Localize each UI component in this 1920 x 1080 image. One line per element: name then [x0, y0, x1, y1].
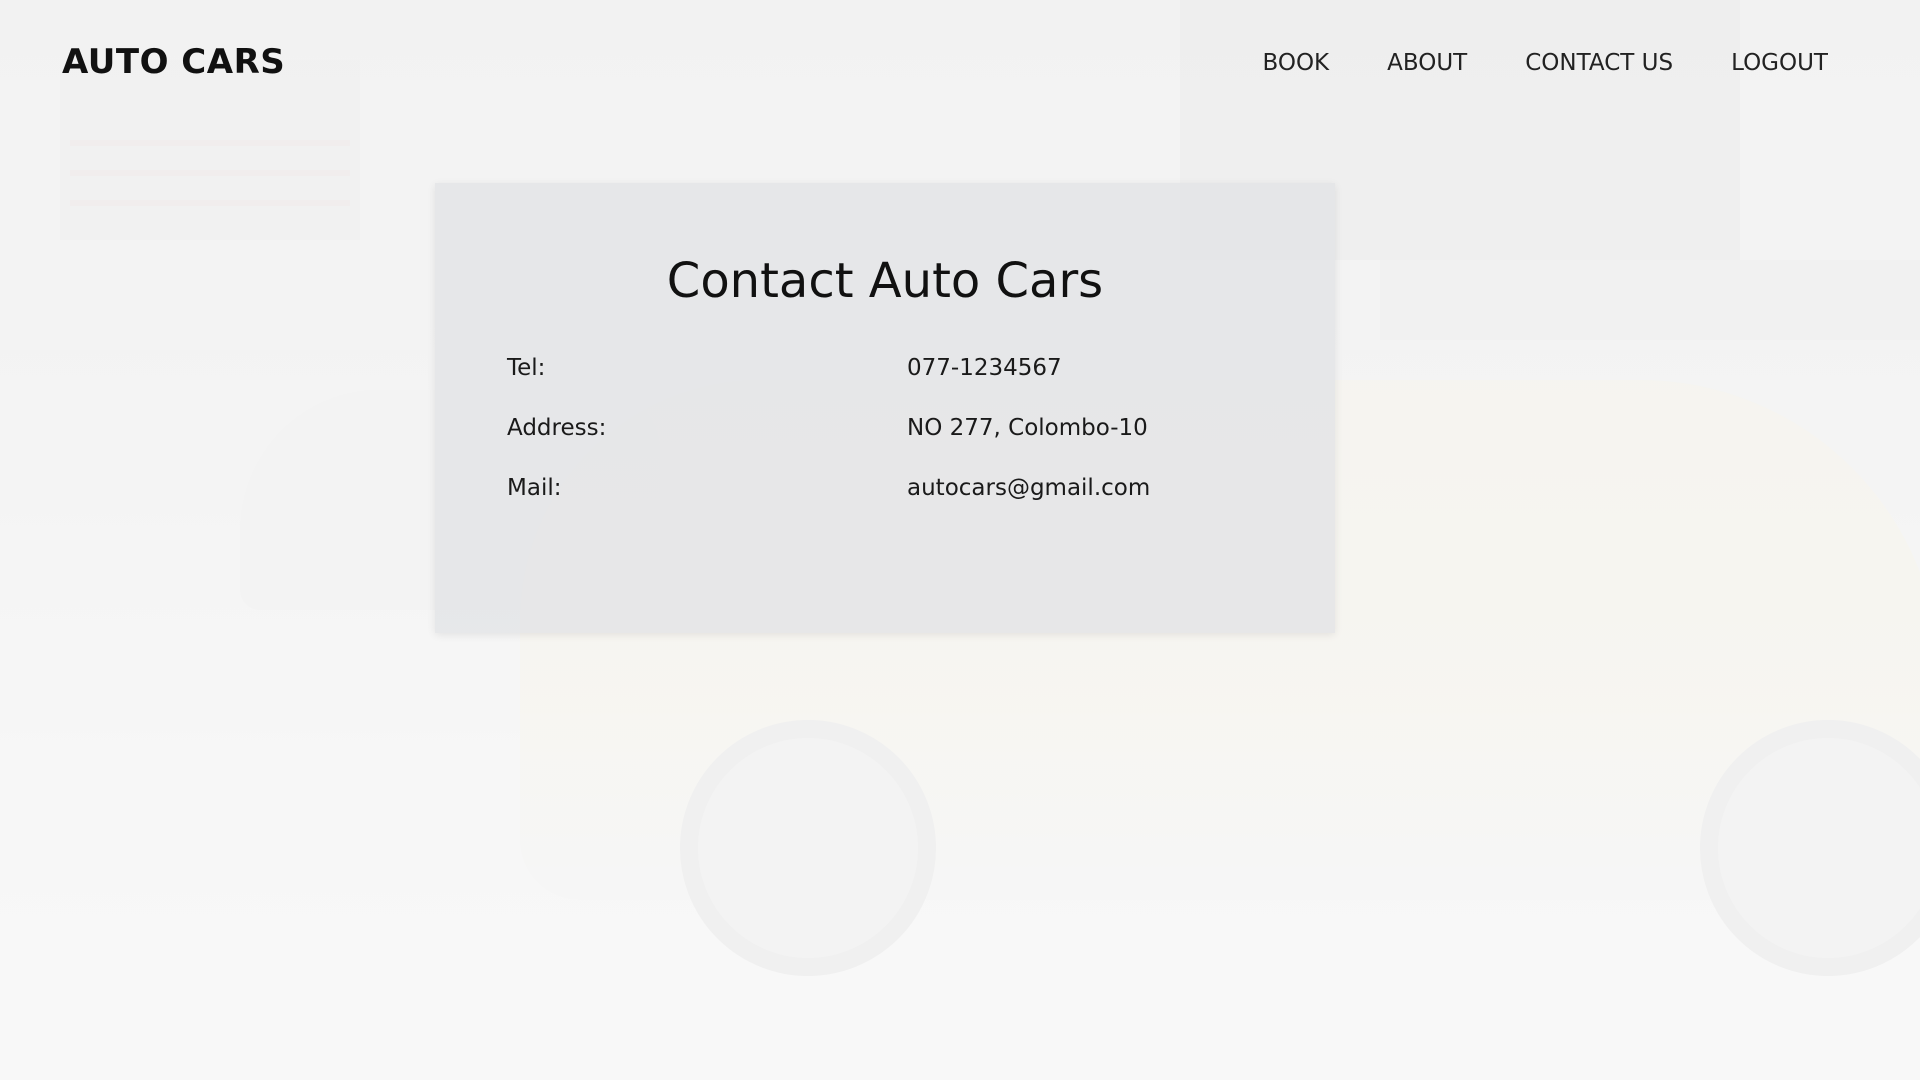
nav-contact-link[interactable]: CONTACT US — [1525, 50, 1673, 76]
site-logo[interactable]: AUTO CARS — [62, 42, 285, 82]
contact-value-mail: autocars@gmail.com — [907, 475, 1151, 501]
contact-label: Mail: — [507, 475, 562, 501]
contact-value-address: NO 277, Colombo-10 — [907, 415, 1148, 441]
nav-logout-link[interactable]: LOGOUT — [1731, 50, 1828, 76]
contact-row-tel: Tel: 077-1234567 — [507, 338, 1267, 398]
contact-label: Tel: — [507, 355, 546, 381]
site-header: AUTO CARS BOOK ABOUT CONTACT US LOGOUT — [0, 0, 1920, 130]
contact-details: Tel: 077-1234567 Address: NO 277, Colomb… — [507, 338, 1267, 518]
contact-card: Contact Auto Cars Tel: 077-1234567 Addre… — [435, 183, 1335, 633]
main-nav: BOOK ABOUT CONTACT US LOGOUT — [1262, 50, 1828, 76]
contact-title: Contact Auto Cars — [666, 253, 1104, 309]
contact-label: Address: — [507, 415, 607, 441]
contact-row-mail: Mail: autocars@gmail.com — [507, 458, 1267, 518]
contact-row-address: Address: NO 277, Colombo-10 — [507, 398, 1267, 458]
nav-about-link[interactable]: ABOUT — [1387, 50, 1467, 76]
contact-value-tel: 077-1234567 — [907, 355, 1062, 381]
nav-book-link[interactable]: BOOK — [1262, 50, 1329, 76]
